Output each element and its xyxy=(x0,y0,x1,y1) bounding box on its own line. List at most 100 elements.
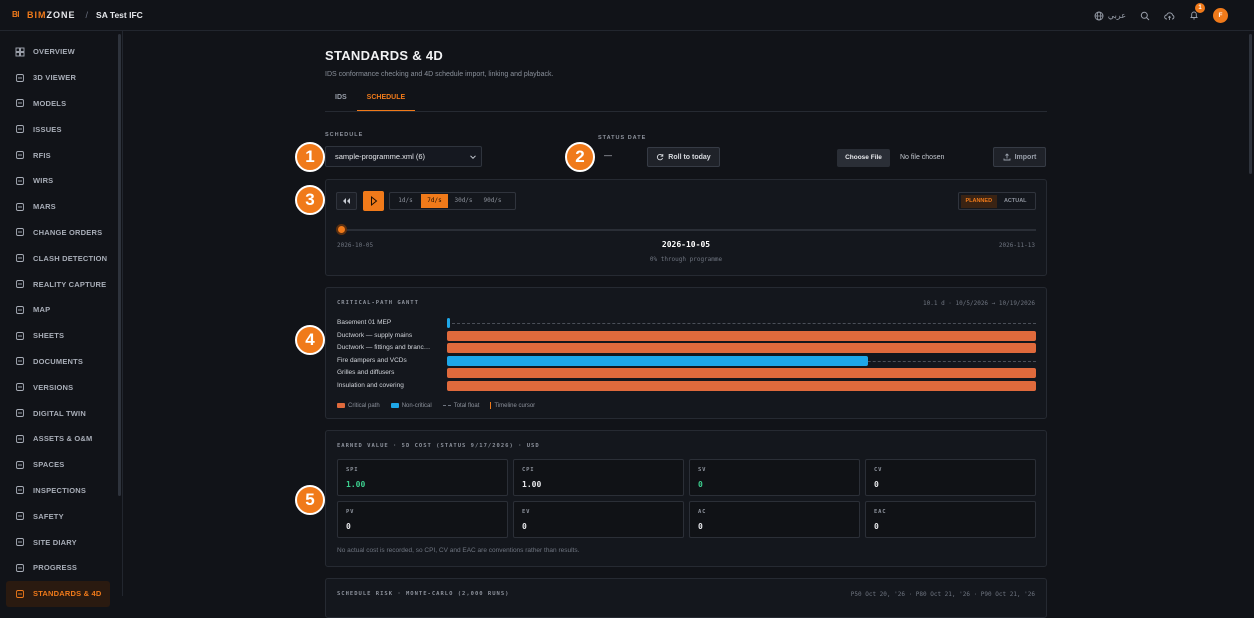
language-switch[interactable]: عربي xyxy=(1094,11,1126,21)
metric-key: EAC xyxy=(874,509,887,515)
tab-schedule[interactable]: SCHEDULE xyxy=(356,91,416,111)
play-button[interactable] xyxy=(363,191,384,211)
sidebar-item-site-diary[interactable]: SITE DIARY xyxy=(6,529,110,555)
sidebar-item-label: ISSUES xyxy=(33,124,62,134)
page-scrollbar[interactable] xyxy=(1249,34,1252,174)
sidebar-item-3d-viewer[interactable]: 3D VIEWER xyxy=(6,65,110,91)
sidebar-item-change-orders[interactable]: CHANGE ORDERS xyxy=(6,220,110,246)
metric-key: EV xyxy=(522,509,531,515)
legend-noncritical: Non-critical xyxy=(390,403,432,409)
search-icon[interactable] xyxy=(1140,11,1150,21)
metric-card-pv: PV 0 xyxy=(337,501,508,538)
sidebar-item-wirs[interactable]: WIRS xyxy=(6,168,110,194)
gantt-bar[interactable] xyxy=(447,318,450,328)
project-name[interactable]: SA Test IFC xyxy=(96,10,143,20)
sidebar-item-digital-twin[interactable]: DIGITAL TWIN xyxy=(6,400,110,426)
sidebar-item-label: VERSIONS xyxy=(33,382,74,392)
callout-1: 1 xyxy=(295,142,325,172)
sidebar-item-mars[interactable]: MARS xyxy=(6,194,110,220)
sidebar-item-rfis[interactable]: RFIS xyxy=(6,142,110,168)
shield-check-icon xyxy=(16,589,24,598)
playback-panel: 1d/s 7d/s 30d/s 90d/s PLANNED ACTUAL 202… xyxy=(325,179,1047,276)
choose-file-button[interactable]: Choose File xyxy=(837,149,890,167)
helmet-icon xyxy=(16,512,24,521)
sidebar-item-documents[interactable]: DOCUMENTS xyxy=(6,349,110,375)
timeline-knob[interactable] xyxy=(336,224,347,235)
sidebar-item-versions[interactable]: VERSIONS xyxy=(6,374,110,400)
sidebar-item-label: DIGITAL TWIN xyxy=(33,408,86,418)
metric-value: 0 xyxy=(874,522,879,531)
sidebar-item-sheets[interactable]: SHEETS xyxy=(6,323,110,349)
sidebar-item-label: SHEETS xyxy=(33,331,65,341)
page-title: STANDARDS & 4D xyxy=(325,48,444,63)
sidebar-item-standards-4d[interactable]: STANDARDS & 4D xyxy=(6,580,110,607)
sidebar-item-progress[interactable]: PROGRESS xyxy=(6,555,110,581)
gantt-bar[interactable] xyxy=(447,343,1036,354)
sidebar-item-models[interactable]: MODELS xyxy=(6,91,110,117)
timeline-track[interactable] xyxy=(341,229,1036,231)
logo-text: BIMZONE xyxy=(27,10,76,20)
mode-planned[interactable]: PLANNED xyxy=(961,194,997,208)
gantt-row[interactable]: Fire dampers and VCDs xyxy=(337,355,1037,368)
sidebar-item-map[interactable]: MAP xyxy=(6,297,110,323)
rewind-button[interactable] xyxy=(336,192,357,210)
import-button[interactable]: Import xyxy=(993,147,1046,167)
gantt-task-label: Basement 01 MEP xyxy=(337,319,392,326)
gantt-row[interactable]: Basement 01 MEP xyxy=(337,317,1037,330)
gantt-task-label: Ductwork — fittings and branc… xyxy=(337,344,431,352)
sidebar-item-label: ASSETS & O&M xyxy=(33,434,93,444)
status-date-label: STATUS DATE xyxy=(598,135,647,141)
tab-ids[interactable]: IDS xyxy=(325,91,357,111)
schedule-select[interactable]: sample-programme.xml (6) xyxy=(325,146,482,167)
gantt-bar[interactable] xyxy=(447,368,1036,379)
sidebar-item-issues[interactable]: ISSUES xyxy=(6,116,110,142)
speed-90d[interactable]: 90d/s xyxy=(479,194,506,208)
speed-1d[interactable]: 1d/s xyxy=(392,194,419,208)
sidebar-item-inspections[interactable]: INSPECTIONS xyxy=(6,478,110,504)
metric-key: AC xyxy=(698,509,707,515)
speed-7d[interactable]: 7d/s xyxy=(421,194,448,208)
legend-cursor: Timeline cursor xyxy=(490,402,535,409)
logo[interactable]: BI BIMZONE xyxy=(12,10,76,20)
boxes-icon xyxy=(16,99,24,108)
speed-30d[interactable]: 30d/s xyxy=(450,194,477,208)
gantt-task-label: Ductwork — supply mains xyxy=(337,331,413,339)
upload-icon xyxy=(1003,153,1011,161)
metric-value: 0 xyxy=(698,522,703,531)
sidebar-item-spaces[interactable]: SPACES xyxy=(6,452,110,478)
metric-key: SPI xyxy=(346,467,359,473)
sidebar-nav: OVERVIEW 3D VIEWER MODELS ISSUES RFIS WIRS MAR… xyxy=(6,39,110,607)
language-label: عربي xyxy=(1107,11,1126,20)
sidebar-item-clash-detection[interactable]: CLASH DETECTION xyxy=(6,245,110,271)
header-actions: عربي 1 F xyxy=(1094,0,1228,31)
sidebar-item-safety[interactable]: SAFETY xyxy=(6,503,110,529)
gantt-title: CRITICAL-PATH GANTT xyxy=(337,300,419,306)
cloud-upload-icon[interactable] xyxy=(1164,11,1175,21)
metric-card-cv: CV 0 xyxy=(865,459,1036,496)
gantt-bar[interactable] xyxy=(447,330,1036,341)
callout-4: 4 xyxy=(295,325,325,355)
sidebar-scrollbar[interactable] xyxy=(118,34,121,496)
sidebar-item-label: PROGRESS xyxy=(33,563,78,573)
roll-to-today-button[interactable]: Roll to today xyxy=(647,147,720,167)
notifications[interactable]: 1 xyxy=(1189,2,1205,22)
sidebar-item-label: CLASH DETECTION xyxy=(33,253,108,263)
gantt-row[interactable]: Ductwork — supply mains xyxy=(337,330,1037,343)
gantt-row[interactable]: Insulation and covering xyxy=(337,380,1037,393)
tab-bar: IDS SCHEDULE xyxy=(325,91,1047,112)
gantt-row[interactable]: Ductwork — fittings and branc… xyxy=(337,342,1037,355)
sidebar-item-label: INSPECTIONS xyxy=(33,485,87,495)
timeline-progress-text: 0% through programme xyxy=(649,256,723,263)
sidebar-item-assets-o-m[interactable]: ASSETS & O&M xyxy=(6,426,110,452)
gantt-bar[interactable] xyxy=(447,381,1036,391)
logo-mark: BI xyxy=(12,10,20,19)
earned-value-title: EARNED VALUE · 5D COST (STATUS 9/17/2026… xyxy=(337,443,540,449)
sidebar-item-reality-capture[interactable]: REALITY CAPTURE xyxy=(6,271,110,297)
gantt-row[interactable]: Grilles and diffusers xyxy=(337,367,1037,380)
speed-selector: 1d/s 7d/s 30d/s 90d/s xyxy=(389,192,516,210)
sidebar-item-overview[interactable]: OVERVIEW xyxy=(6,39,110,65)
branch-icon xyxy=(16,383,24,392)
mode-actual[interactable]: ACTUAL xyxy=(998,195,1034,208)
gantt-bar[interactable] xyxy=(447,355,869,366)
avatar[interactable]: F xyxy=(1213,8,1228,23)
